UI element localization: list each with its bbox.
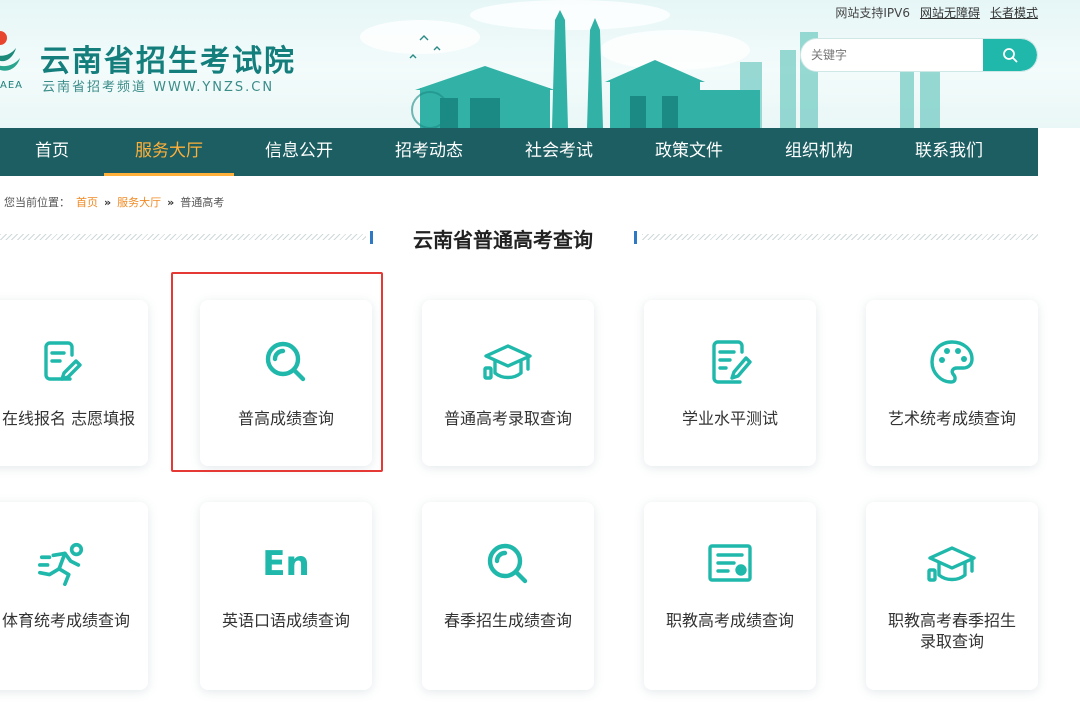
card-label: 职教高考春季招生录取查询: [887, 611, 1016, 651]
highlight-box: [171, 272, 383, 472]
card-admission-query[interactable]: 普通高考录取查询: [422, 300, 594, 466]
breadcrumb-separator: »: [167, 195, 175, 209]
title-bar-left: [370, 231, 373, 244]
title-divider-left: [0, 234, 366, 240]
nav-item-contact[interactable]: 联系我们: [884, 128, 1014, 176]
card-label: 在线报名 志愿填报: [2, 409, 136, 428]
search-button[interactable]: [983, 39, 1037, 71]
certificate-icon: [704, 538, 756, 590]
card-english-oral-query[interactable]: En 英语口语成绩查询: [200, 502, 372, 690]
breadcrumb-separator: »: [104, 195, 112, 209]
breadcrumb-prefix: 您当前位置：: [4, 196, 70, 209]
graduation-cap-icon: [482, 336, 534, 388]
nav-item-info-disclosure[interactable]: 信息公开: [234, 128, 364, 176]
card-online-registration[interactable]: 在线报名 志愿填报: [0, 300, 148, 466]
site-subtitle: 云南省招考频道 WWW.YNZS.CN: [42, 80, 275, 95]
card-label: 普通高考录取查询: [443, 409, 572, 428]
nav-item-home[interactable]: 首页: [0, 128, 104, 176]
title-divider-right: [642, 234, 1038, 240]
edit-document-icon: [36, 336, 88, 388]
card-pe-exam-query[interactable]: 体育统考成绩查询: [0, 502, 148, 690]
breadcrumb: 您当前位置： 首页 » 服务大厅 » 普通高考: [4, 194, 224, 210]
title-bar-right: [634, 231, 637, 244]
card-label: 职教高考成绩查询: [665, 611, 794, 630]
logo-icon: [0, 31, 20, 71]
card-art-exam-query[interactable]: 艺术统考成绩查询: [866, 300, 1038, 466]
section-title: 云南省普通高考查询: [413, 228, 593, 252]
breadcrumb-link-home[interactable]: 首页: [76, 194, 98, 210]
nav-item-social-exams[interactable]: 社会考试: [494, 128, 624, 176]
nav-item-policy-docs[interactable]: 政策文件: [624, 128, 754, 176]
card-vocational-exam-query[interactable]: 职教高考成绩查询: [644, 502, 816, 690]
main-nav: 首页 服务大厅 信息公开 招考动态 社会考试 政策文件 组织机构 联系我们: [0, 128, 1038, 176]
search-box: [800, 38, 1038, 72]
section-title-row: 云南省普通高考查询: [0, 222, 1038, 254]
en-icon-text: En: [262, 544, 310, 584]
card-label: 学业水平测试: [681, 409, 778, 428]
site-title[interactable]: 云南省招生考试院: [40, 36, 296, 80]
ipv6-support-text: 网站支持IPV6: [835, 6, 910, 20]
search-icon: [482, 538, 534, 590]
card-vocational-spring-admission-query[interactable]: 职教高考春季招生录取查询: [866, 502, 1038, 690]
card-academic-test[interactable]: 学业水平测试: [644, 300, 816, 466]
card-label: 体育统考成绩查询: [2, 611, 131, 630]
search-input[interactable]: [801, 39, 987, 71]
card-label: 英语口语成绩查询: [221, 611, 350, 630]
site-header: AEA 云南省招生考试院 云南省招考频道 WWW.YNZS.CN 网站支持IPV…: [0, 0, 1080, 128]
logo-abbreviation: AEA: [0, 80, 23, 91]
en-text-icon: En: [260, 538, 312, 590]
running-person-icon: [36, 538, 88, 590]
graduation-cap-icon: [926, 538, 978, 590]
nav-item-organization[interactable]: 组织机构: [754, 128, 884, 176]
elder-mode-link[interactable]: 长者模式: [990, 4, 1038, 21]
palette-icon: [926, 336, 978, 388]
card-label: 艺术统考成绩查询: [887, 409, 1016, 428]
nav-item-service-hall[interactable]: 服务大厅: [104, 128, 234, 176]
search-icon: [1003, 48, 1018, 63]
document-edit-icon: [704, 336, 756, 388]
breadcrumb-current: 普通高考: [180, 196, 225, 209]
accessibility-link[interactable]: 网站无障碍: [920, 4, 980, 21]
breadcrumb-link-service-hall[interactable]: 服务大厅: [117, 194, 161, 210]
nav-item-admission-news[interactable]: 招考动态: [364, 128, 494, 176]
top-links: 网站支持IPV6 网站无障碍 长者模式: [835, 4, 1038, 21]
card-spring-admission-query[interactable]: 春季招生成绩查询: [422, 502, 594, 690]
card-label: 春季招生成绩查询: [443, 611, 572, 630]
